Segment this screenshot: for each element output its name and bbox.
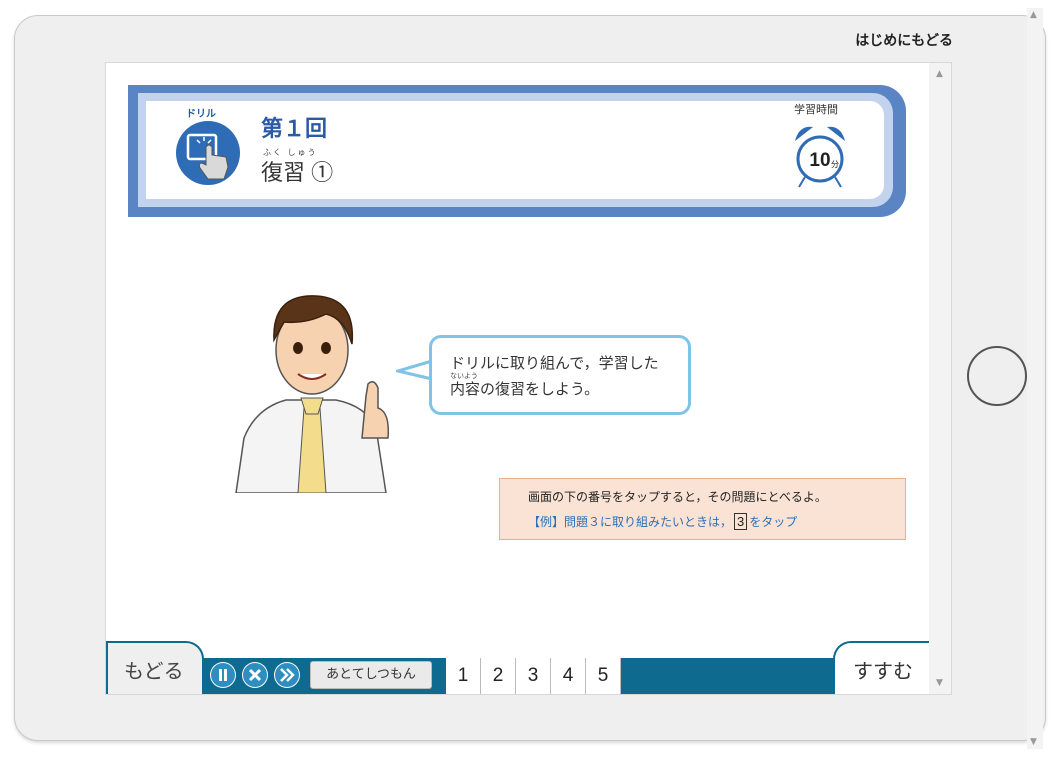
lesson-number: 第１回 [261,116,328,141]
home-button[interactable] [967,346,1027,406]
content-scrollbar[interactable]: ▲ ▼ [929,63,951,694]
speech-line-2: 内容の復習をしよう。 [450,381,600,398]
skip-button[interactable] [274,662,300,688]
ask-later-button[interactable]: あとてしつもん [310,661,432,689]
scroll-up-arrow-icon[interactable]: ▲ [936,69,943,79]
pause-icon [211,663,235,687]
tap-hand-icon [176,121,240,185]
pause-button[interactable] [210,662,236,688]
question-number-2[interactable]: 2 [481,658,516,694]
back-to-start-link[interactable]: はじめにもどる [855,30,953,50]
page-scrollbar[interactable]: ▲ ▼ [1027,8,1043,749]
question-number-list: 1 2 3 4 5 [446,658,621,694]
lesson-screen: ▲ ▼ ドリル 第１回 ふく しゅう 復習 ① 学習時間 10 分 ドリルに取り… [105,62,952,695]
timer-unit: 分 [831,160,839,169]
teacher-illustration [235,295,390,493]
back-button-label: もどる [124,659,184,683]
drill-label: ドリル [186,109,216,120]
hint-example-number: 3 [734,513,748,530]
question-number-4[interactable]: 4 [551,658,586,694]
hint-example-prefix: 【例】問題３に取り組みたいときは， [528,515,733,529]
speech-line-1: ドリルに取り組んで，学習した [450,355,659,372]
speech-bubble: ドリルに取り組んで，学習した ないよう 内容の復習をしよう。 [429,335,691,415]
alarm-clock-icon: 10 分 [795,126,845,188]
scroll-up-arrow-icon[interactable]: ▲ [1030,10,1037,20]
question-number-5[interactable]: 5 [586,658,621,694]
bottom-navigation-bar: もどる あとてしつもん 1 2 3 4 5 すすむ [106,641,929,694]
back-button[interactable]: もどる [106,641,204,694]
hint-line-2: 【例】問題３に取り組みたいときは， 3 をタップ [528,513,797,530]
close-icon [243,663,267,687]
hint-box: 画面の下の番号をタップすると，その問題にとべるよ。 【例】問題３に取り組みたいと… [499,478,906,540]
question-number-3[interactable]: 3 [516,658,551,694]
next-button[interactable]: すすむ [833,641,929,694]
fast-forward-icon [275,663,299,687]
question-number-1[interactable]: 1 [446,658,481,694]
lesson-header: ドリル 第１回 ふく しゅう 復習 ① 学習時間 10 分 [128,85,906,217]
lesson-title: 復習 ① [261,160,334,185]
close-button[interactable] [242,662,268,688]
hint-line-1: 画面の下の番号をタップすると，その問題にとべるよ。 [528,490,827,504]
scroll-down-arrow-icon[interactable]: ▼ [936,678,943,688]
scroll-down-arrow-icon[interactable]: ▼ [1030,737,1037,747]
timer-minutes: 10 [809,150,830,171]
next-button-label: すすむ [853,659,913,683]
hint-example-suffix: をタップ [749,515,798,529]
